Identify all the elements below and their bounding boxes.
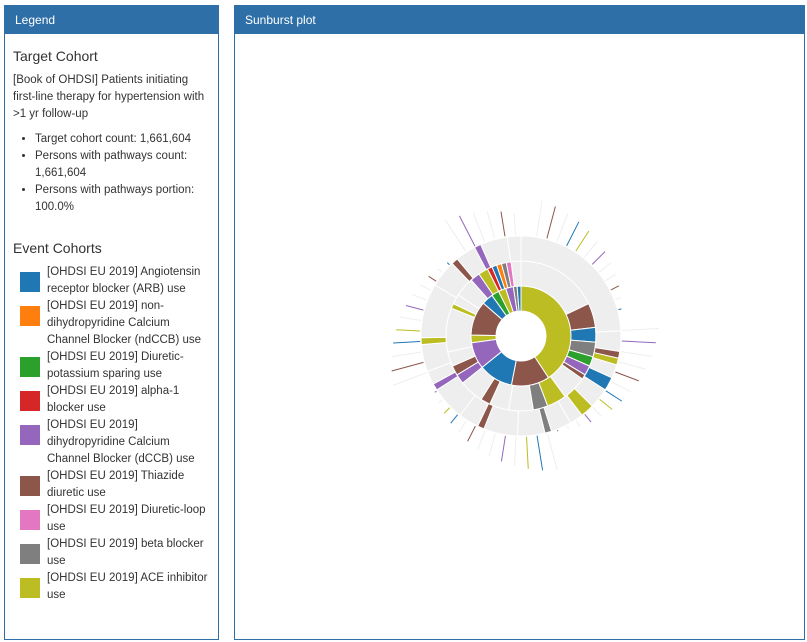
sunburst-spoke (621, 327, 659, 331)
target-cohort-title: Target Cohort (13, 48, 98, 64)
sunburst-spoke (513, 213, 516, 236)
sunburst-spoke (443, 407, 451, 414)
sunburst-spoke (615, 296, 621, 301)
sunburst-spoke (591, 251, 606, 265)
event-item-ndccb[interactable]: [OHDSI EU 2019] non-dihydropyridine Calc… (13, 298, 210, 349)
color-swatch (20, 306, 40, 326)
event-label: [OHDSI EU 2019] beta blocker use (47, 538, 204, 567)
event-item-diuretic-potassium[interactable]: [OHDSI EU 2019] Diuretic-potassium spari… (13, 349, 210, 383)
sunburst-spoke (458, 420, 467, 433)
sunburst-spoke (566, 425, 570, 430)
color-swatch (20, 272, 40, 292)
sunburst-spoke (396, 329, 421, 332)
sunburst-spoke (583, 240, 598, 258)
event-item-dccb[interactable]: [OHDSI EU 2019] dihydropyridine Calcium … (13, 417, 210, 468)
event-label: [OHDSI EU 2019] Diuretic-potassium spari… (47, 351, 184, 380)
color-swatch (20, 578, 40, 598)
sunburst-spoke (391, 361, 424, 372)
sunburst-spoke (536, 200, 543, 237)
sunburst-spoke (477, 430, 486, 450)
sunburst-spoke (621, 340, 656, 344)
event-cohorts-title: Event Cohorts (13, 240, 102, 256)
event-label: [OHDSI EU 2019] alpha-1 blocker use (47, 385, 180, 414)
sunburst-spoke (592, 406, 603, 417)
sunburst-spoke (605, 273, 616, 282)
sunburst-spoke (393, 341, 421, 344)
sunburst-spoke (405, 304, 424, 311)
sunburst-spoke (419, 284, 432, 291)
sunburst-spoke (486, 211, 496, 239)
sunburst-spoke (618, 308, 622, 311)
sunburst-spoke (536, 435, 544, 471)
sunburst-spoke (467, 425, 476, 442)
color-swatch (20, 476, 40, 496)
sunburst-spoke (575, 230, 590, 252)
sunburst-spoke (450, 414, 459, 424)
sunburst-spoke (412, 294, 427, 301)
sunburst-spoke (599, 262, 612, 273)
sunburst-spoke (500, 211, 506, 237)
sunburst-spoke (615, 371, 639, 382)
sunburst-spoke (514, 436, 517, 466)
event-cohort-list: [OHDSI EU 2019] Angiotensin receptor blo… (13, 264, 210, 604)
sunburst-header: Sunburst plot (235, 6, 804, 34)
sunburst-spoke (546, 433, 558, 471)
sunburst-chart (391, 200, 659, 471)
sunburst-spoke (546, 206, 556, 239)
sunburst-spoke (446, 262, 450, 266)
event-item-alpha-1[interactable]: [OHDSI EU 2019] alpha-1 blocker use (13, 383, 210, 417)
event-item-beta-blocker[interactable]: [OHDSI EU 2019] beta blocker use (13, 536, 210, 570)
event-label: [OHDSI EU 2019] ACE inhibitor use (47, 572, 208, 601)
sunburst-spoke (566, 221, 580, 247)
color-swatch (20, 391, 40, 411)
sunburst-spoke (488, 433, 496, 456)
sunburst-spoke (428, 275, 437, 282)
event-label: [OHDSI EU 2019] dihydropyridine Calcium … (47, 419, 195, 465)
event-label: [OHDSI EU 2019] non-dihydropyridine Calc… (47, 300, 202, 346)
sunburst-spoke (610, 381, 631, 393)
sunburst-spoke (599, 398, 613, 410)
sunburst-spoke (556, 213, 569, 242)
legend-panel: Legend Target Cohort [Book of OHDSI] Pat… (4, 5, 219, 640)
sunburst-spoke (434, 390, 437, 393)
sunburst-spoke (575, 420, 581, 427)
stat-target-count: Target cohort count: 1,661,604 (35, 131, 210, 148)
stat-pathways-portion: Persons with pathways portion: 100.0% (35, 182, 210, 216)
sunburst-spoke (610, 285, 620, 291)
sunburst-spoke (400, 316, 422, 321)
event-item-ace-inhibitor[interactable]: [OHDSI EU 2019] ACE inhibitor use (13, 570, 210, 604)
sunburst-spoke (584, 414, 592, 423)
legend-header: Legend (5, 6, 218, 34)
event-label: [OHDSI EU 2019] Diuretic-loop use (47, 504, 206, 533)
event-item-thiazide[interactable]: [OHDSI EU 2019] Thiazide diuretic use (13, 468, 210, 502)
color-swatch (20, 357, 40, 377)
color-swatch (20, 425, 40, 445)
sunburst-spoke (620, 351, 652, 357)
sunburst-spoke (605, 390, 623, 402)
sunburst-spoke (445, 220, 467, 252)
sunburst-spoke (391, 351, 422, 358)
target-cohort-stats: Target cohort count: 1,661,604 Persons w… (13, 131, 210, 216)
sunburst-spoke (618, 361, 646, 370)
sunburst-spoke (393, 371, 427, 386)
sunburst-spoke (526, 436, 529, 469)
sunburst-spoke (438, 399, 443, 404)
event-label: [OHDSI EU 2019] Thiazide diuretic use (47, 470, 185, 499)
event-item-diuretic-loop[interactable]: [OHDSI EU 2019] Diuretic-loop use (13, 502, 210, 536)
stat-pathways-count: Persons with pathways count: 1,661,604 (35, 148, 210, 182)
sunburst-spoke (437, 268, 443, 274)
target-cohort-description: [Book of OHDSI] Patients initiating firs… (13, 74, 205, 120)
event-item-arb[interactable]: [OHDSI EU 2019] Angiotensin receptor blo… (13, 264, 210, 298)
sunburst-spoke (500, 435, 506, 462)
color-swatch (20, 544, 40, 564)
sunburst-spoke (472, 212, 486, 242)
sunburst-panel: Sunburst plot (234, 5, 805, 640)
color-swatch (20, 510, 40, 530)
sunburst-spoke (458, 215, 476, 247)
event-label: [OHDSI EU 2019] Angiotensin receptor blo… (47, 266, 201, 295)
